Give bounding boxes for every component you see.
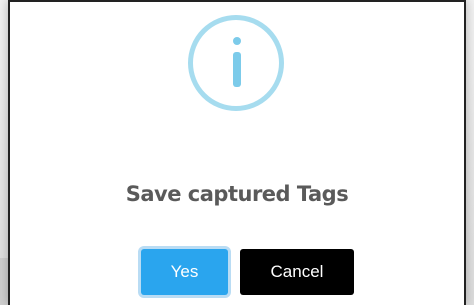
info-icon-dot xyxy=(233,37,241,45)
cancel-button[interactable]: Cancel xyxy=(240,249,354,295)
backdrop-shadow xyxy=(0,258,8,305)
dialog-title: Save captured Tags xyxy=(125,182,349,206)
info-icon-bar xyxy=(233,52,241,87)
yes-button[interactable]: Yes xyxy=(141,249,228,295)
confirm-dialog: Save captured Tags Yes Cancel xyxy=(8,0,466,305)
info-icon xyxy=(188,15,284,111)
